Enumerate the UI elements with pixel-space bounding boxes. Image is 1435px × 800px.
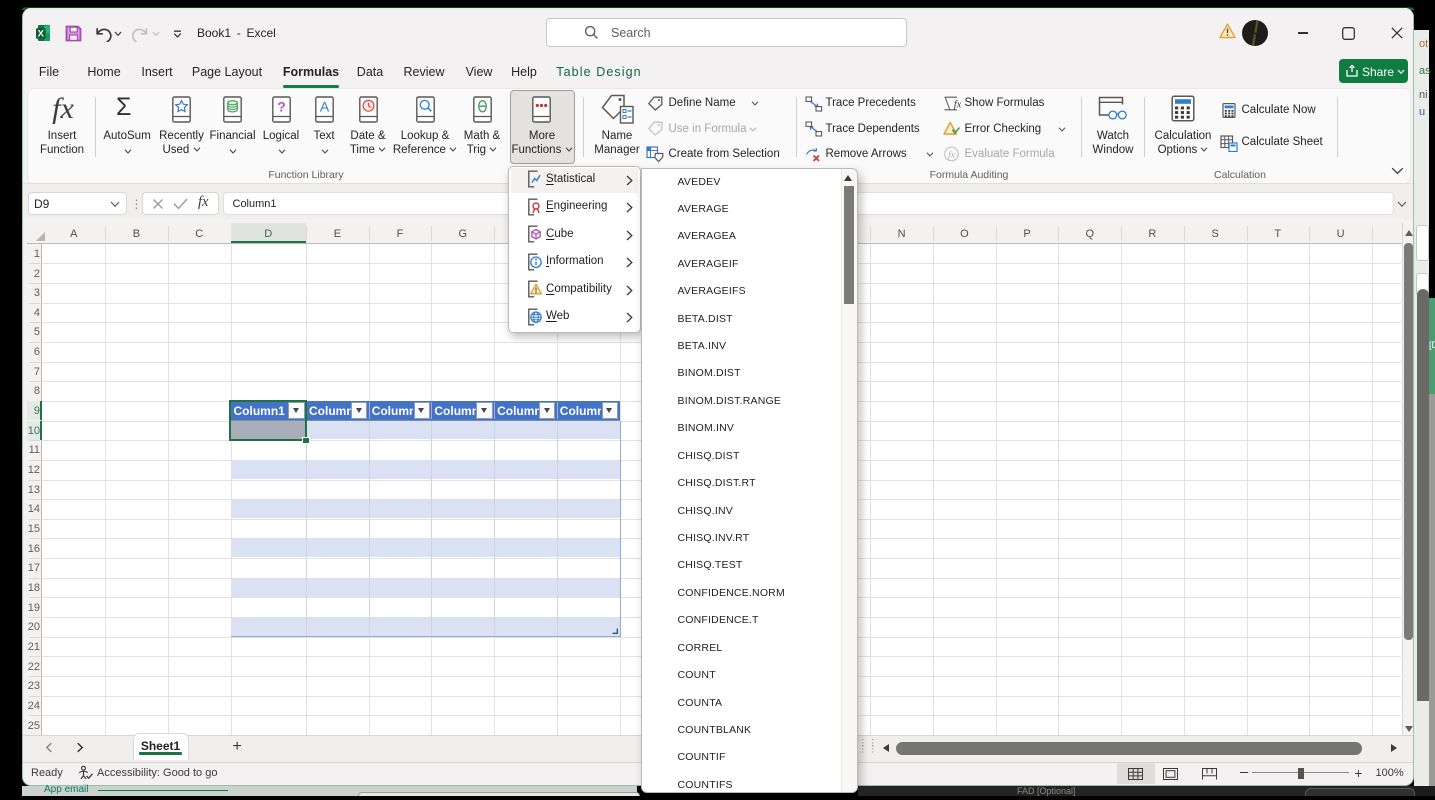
svg-text:A: A: [319, 98, 329, 114]
svg-text:fx: fx: [954, 100, 961, 111]
svg-text:X: X: [38, 29, 45, 40]
svg-text:?: ?: [277, 98, 286, 114]
svg-text:fx: fx: [948, 149, 956, 160]
svg-text:fx: fx: [52, 93, 74, 124]
